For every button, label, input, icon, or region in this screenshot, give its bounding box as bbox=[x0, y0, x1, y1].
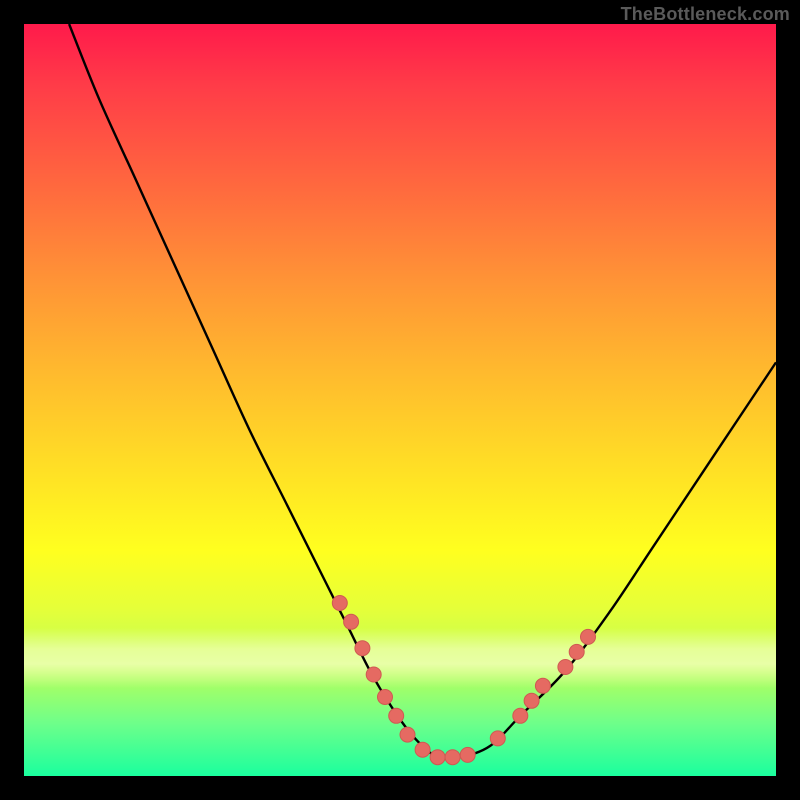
data-marker bbox=[513, 708, 528, 723]
data-marker bbox=[332, 596, 347, 611]
highlight-band bbox=[24, 628, 776, 688]
plot-area bbox=[24, 24, 776, 776]
data-marker bbox=[415, 742, 430, 757]
data-marker bbox=[378, 690, 393, 705]
data-marker bbox=[389, 708, 404, 723]
watermark: TheBottleneck.com bbox=[621, 4, 790, 25]
data-marker bbox=[400, 727, 415, 742]
chart-frame: TheBottleneck.com bbox=[0, 0, 800, 800]
data-marker bbox=[430, 750, 445, 765]
data-marker bbox=[460, 747, 475, 762]
data-marker bbox=[445, 750, 460, 765]
data-marker bbox=[524, 693, 539, 708]
data-marker bbox=[490, 731, 505, 746]
